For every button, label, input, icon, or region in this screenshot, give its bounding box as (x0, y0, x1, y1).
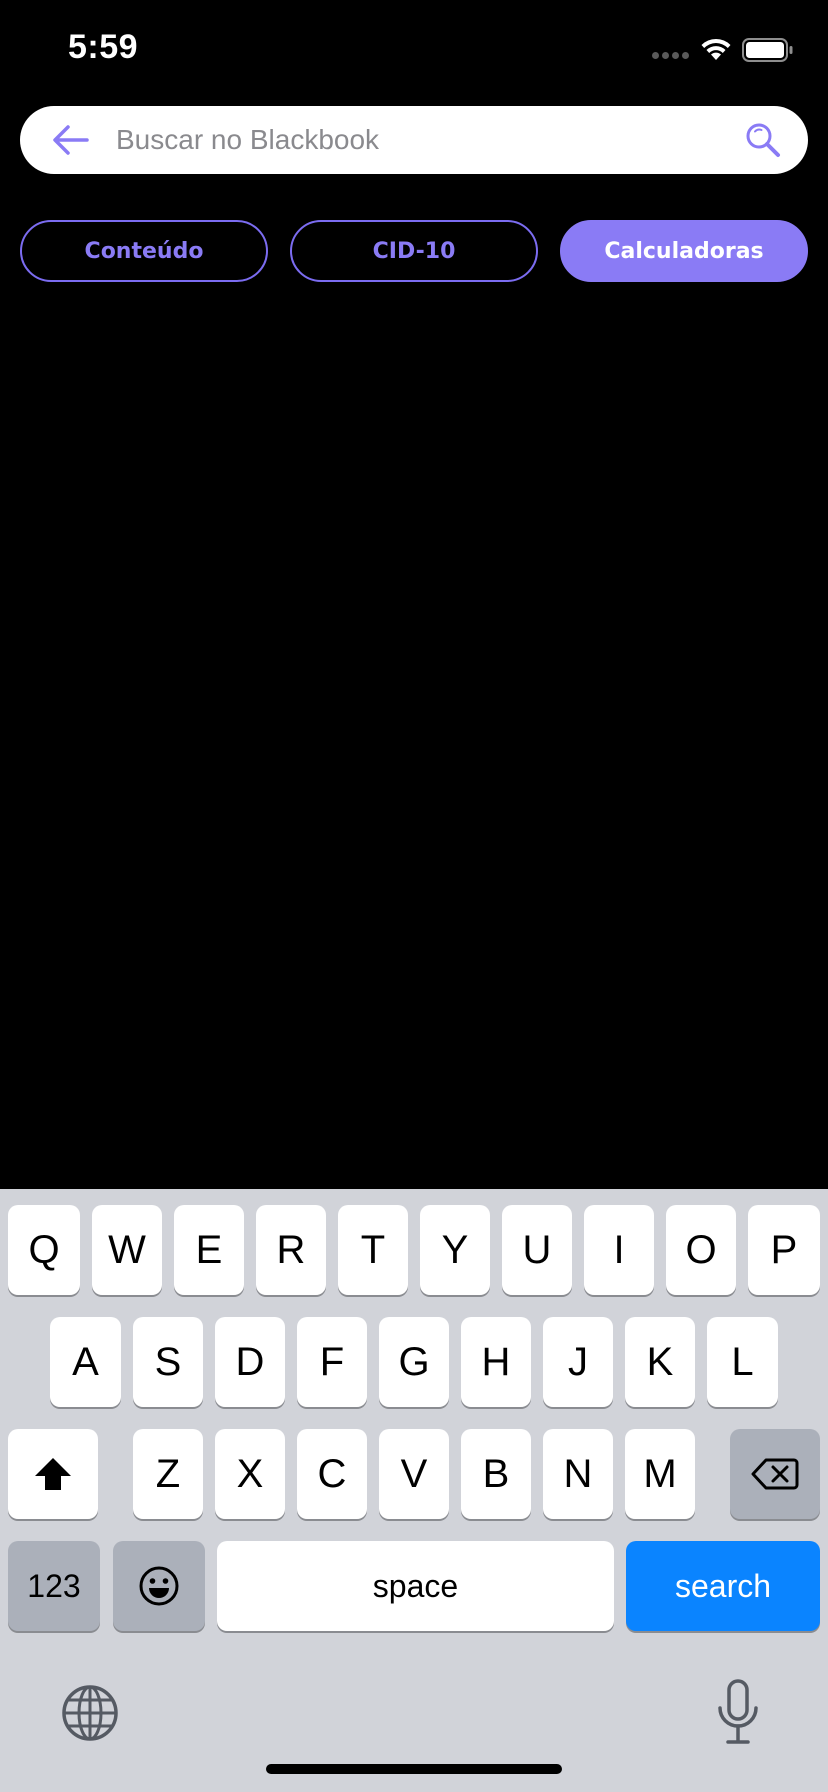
key-a[interactable]: A (50, 1317, 121, 1407)
tab-calculadoras[interactable]: Calculadoras (560, 220, 808, 282)
search-key[interactable]: search (626, 1541, 820, 1631)
key-d[interactable]: D (215, 1317, 285, 1407)
key-b[interactable]: B (461, 1429, 531, 1519)
back-button[interactable] (46, 120, 96, 160)
delete-icon (751, 1458, 799, 1490)
screen: 5:59 Conteúdo CID-10 (0, 0, 828, 1792)
tab-conteudo[interactable]: Conteúdo (20, 220, 268, 282)
key-i[interactable]: I (584, 1205, 654, 1295)
key-s[interactable]: S (133, 1317, 203, 1407)
keyboard: Q W E R T Y U I O P A S D F G H J K L Z … (0, 1189, 828, 1792)
key-l[interactable]: L (707, 1317, 778, 1407)
key-k[interactable]: K (625, 1317, 695, 1407)
status-bar: 5:59 (0, 0, 828, 100)
shift-key[interactable] (8, 1429, 98, 1519)
key-n[interactable]: N (543, 1429, 613, 1519)
emoji-icon (139, 1566, 179, 1606)
key-r[interactable]: R (256, 1205, 326, 1295)
key-p[interactable]: P (748, 1205, 820, 1295)
cellular-signal-icon (652, 52, 689, 59)
key-e[interactable]: E (174, 1205, 244, 1295)
delete-key[interactable] (730, 1429, 820, 1519)
status-time: 5:59 (68, 28, 139, 66)
emoji-key[interactable] (113, 1541, 205, 1631)
microphone-icon[interactable] (714, 1678, 762, 1748)
search-icon[interactable] (744, 121, 782, 159)
space-key[interactable]: space (217, 1541, 614, 1631)
key-h[interactable]: H (461, 1317, 531, 1407)
battery-icon (742, 38, 793, 62)
key-o[interactable]: O (666, 1205, 736, 1295)
key-j[interactable]: J (543, 1317, 613, 1407)
key-g[interactable]: G (379, 1317, 449, 1407)
globe-icon[interactable] (60, 1683, 120, 1743)
key-u[interactable]: U (502, 1205, 572, 1295)
key-m[interactable]: M (625, 1429, 695, 1519)
key-y[interactable]: Y (420, 1205, 490, 1295)
tab-cid-10[interactable]: CID-10 (290, 220, 538, 282)
back-arrow-icon (53, 125, 89, 155)
key-w[interactable]: W (92, 1205, 162, 1295)
key-q[interactable]: Q (8, 1205, 80, 1295)
home-indicator[interactable] (266, 1764, 562, 1774)
key-v[interactable]: V (379, 1429, 449, 1519)
key-z[interactable]: Z (133, 1429, 203, 1519)
search-bar (20, 106, 808, 174)
filter-tabs: Conteúdo CID-10 Calculadoras (20, 220, 808, 284)
key-c[interactable]: C (297, 1429, 367, 1519)
key-f[interactable]: F (297, 1317, 367, 1407)
shift-icon (35, 1458, 71, 1490)
key-x[interactable]: X (215, 1429, 285, 1519)
numbers-key[interactable]: 123 (8, 1541, 100, 1631)
wifi-icon (701, 38, 731, 60)
search-input[interactable] (116, 114, 736, 166)
key-t[interactable]: T (338, 1205, 408, 1295)
